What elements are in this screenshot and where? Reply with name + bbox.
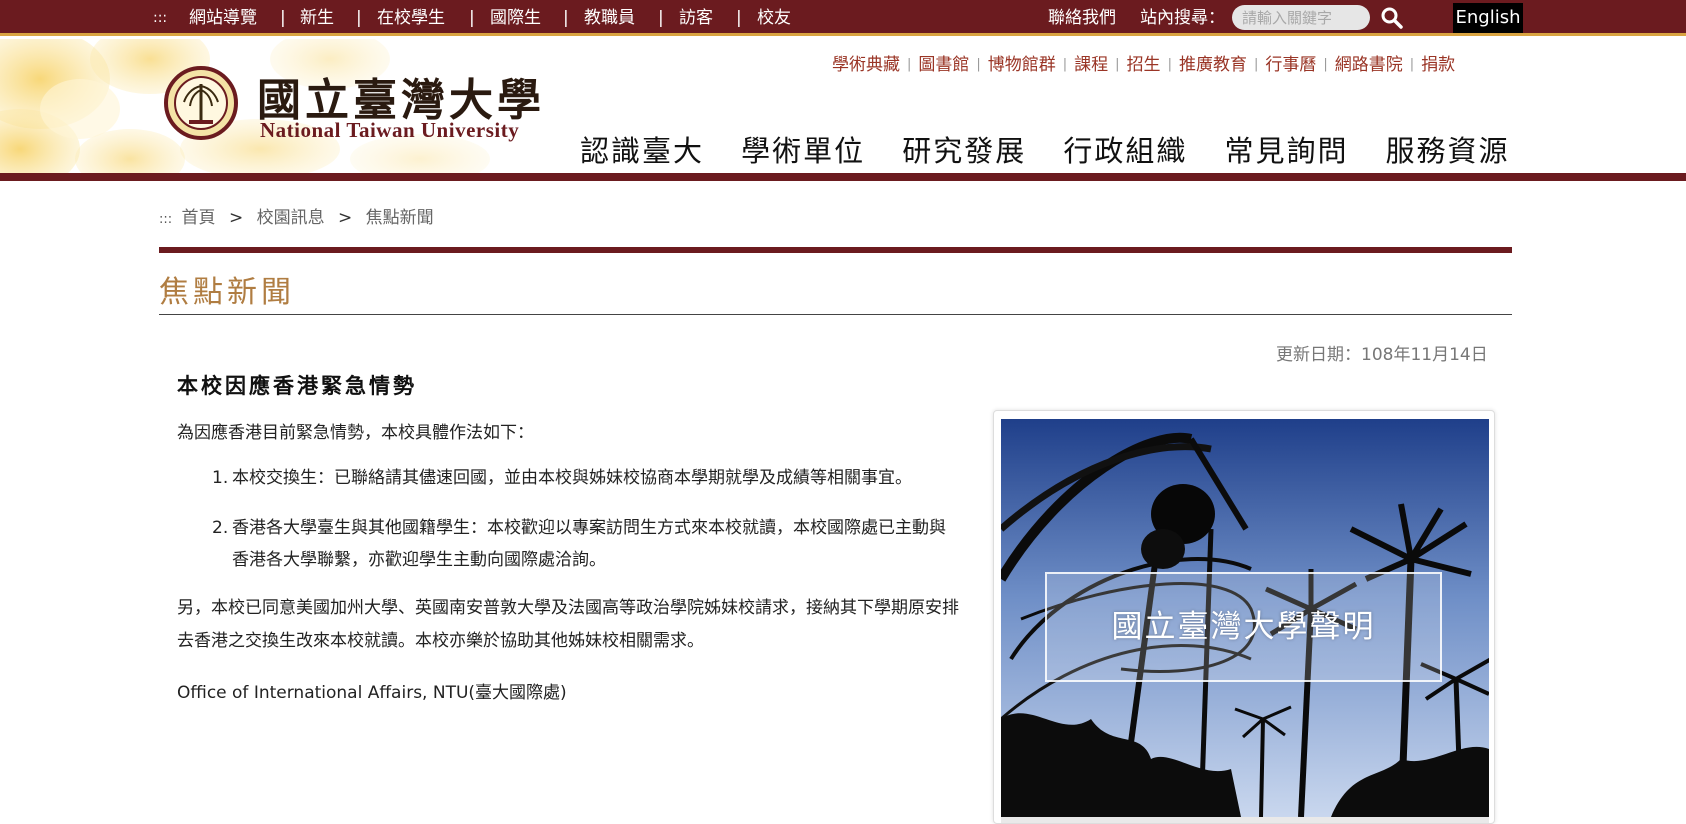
topbar-separator: | — [280, 8, 286, 28]
article-title: 本校因應香港緊急情勢 — [177, 374, 417, 398]
breadcrumb-accesskey[interactable]: ::: — [159, 212, 172, 227]
quick-link-separator: | — [1323, 57, 1328, 72]
logo-english-name[interactable]: National Taiwan University — [260, 118, 519, 143]
list-item-number: 2. — [212, 518, 229, 538]
main-navigation: 認識臺大 學術單位 研究發展 行政組織 常見詢問 服務資源 — [580, 128, 1542, 168]
contact-link[interactable]: 聯絡我們 — [1048, 0, 1116, 33]
topbar-link-students[interactable]: 在校學生 — [377, 0, 445, 33]
menu-accesskey[interactable]: ::: — [153, 0, 167, 33]
nav-research[interactable]: 研究發展 — [902, 128, 1026, 170]
topbar-link-visitors[interactable]: 訪客 — [679, 0, 713, 33]
quick-link-separator: | — [907, 57, 912, 72]
page-title: 焦點新聞 — [159, 275, 295, 310]
search-icon[interactable] — [1380, 6, 1404, 30]
breadcrumb-home[interactable]: 首頁 — [182, 208, 216, 228]
search-input[interactable] — [1232, 5, 1370, 30]
list-item-number: 1. — [212, 468, 229, 488]
list-item-text: 本校交換生：已聯絡請其儘速回國，並由本校與姊妹校協商本學期就學及成績等相關事宜。 — [232, 468, 912, 488]
quick-link-separator: | — [1115, 57, 1120, 72]
topbar-separator: | — [736, 8, 742, 28]
nav-about-ntu[interactable]: 認識臺大 — [580, 128, 704, 170]
article-paragraph: 另，本校已同意美國加州大學、英國南安普敦大學及法國高等政治學院姊妹校請求，接納其… — [177, 598, 959, 651]
top-bar: ::: 網站導覽 | 新生 | 在校學生 | 國際生 | 教職員 | 訪客 | … — [0, 0, 1686, 36]
quick-links-bar: 學術典藏 | 圖書館 | 博物館群 | 課程 | 招生 | 推廣教育 | 行事曆 | 網路書院 | 捐款 — [832, 50, 1455, 75]
card-statement-label: 國立臺灣大學聲明 — [1045, 572, 1442, 682]
breadcrumb-separator: > — [338, 208, 353, 228]
topbar-separator: | — [356, 8, 362, 28]
quick-link-extension-education[interactable]: 推廣教育 — [1179, 50, 1247, 75]
quick-link-separator: | — [1253, 57, 1259, 72]
topbar-separator: | — [563, 8, 569, 28]
nav-faq[interactable]: 常見詢問 — [1224, 128, 1348, 170]
topbar-separator: | — [469, 8, 475, 28]
quick-link-separator: | — [976, 57, 981, 72]
list-item: 1. 本校交換生：已聯絡請其儘速回國，並由本校與姊妹校協商本學期就學及成績等相關事… — [212, 462, 912, 494]
nav-services[interactable]: 服務資源 — [1386, 128, 1510, 170]
quick-link-museums[interactable]: 博物館群 — [988, 50, 1056, 75]
card-caption-bar — [1001, 817, 1489, 823]
topbar-link-sitemap[interactable]: 網站導覽 — [189, 0, 257, 33]
breadcrumb-separator: > — [228, 208, 244, 228]
nav-academic-units[interactable]: 學術單位 — [741, 128, 865, 170]
breadcrumb: ::: 首頁 > 校園訊息 > 焦點新聞 — [159, 203, 434, 228]
ntu-seal-logo[interactable] — [164, 66, 238, 140]
update-date: 更新日期：108年11月14日 — [1276, 345, 1488, 365]
quick-link-donate[interactable]: 捐款 — [1421, 50, 1455, 75]
quick-link-online-academy[interactable]: 網路書院 — [1335, 50, 1403, 75]
quick-link-separator: | — [1167, 57, 1172, 72]
quick-link-admissions[interactable]: 招生 — [1127, 50, 1161, 75]
topbar-link-faculty[interactable]: 教職員 — [584, 0, 635, 33]
quick-link-library[interactable]: 圖書館 — [918, 50, 969, 75]
quick-link-separator: | — [1409, 57, 1415, 72]
topbar-link-freshmen[interactable]: 新生 — [300, 0, 334, 33]
search-label: 站內搜尋： — [1140, 8, 1225, 28]
title-bottom-rule — [159, 314, 1512, 315]
header-bottom-border — [0, 173, 1686, 181]
article-signature: Office of International Affairs, NTU(臺大國… — [177, 683, 567, 703]
topbar-link-international[interactable]: 國際生 — [490, 0, 541, 33]
topbar-separator: | — [658, 8, 664, 28]
quick-link-separator: | — [1062, 57, 1068, 72]
breadcrumb-current[interactable]: 焦點新聞 — [366, 208, 434, 228]
quick-link-academic-archive[interactable]: 學術典藏 — [832, 50, 900, 75]
english-button[interactable]: English — [1453, 3, 1523, 33]
title-top-rule — [159, 247, 1512, 253]
article-intro: 為因應香港目前緊急情勢，本校具體作法如下： — [177, 423, 534, 443]
list-item: 2. 香港各大學臺生與其他國籍學生：本校歡迎以專案訪問生方式來本校就讀，本校國際處… — [212, 512, 962, 576]
breadcrumb-campus-news[interactable]: 校園訊息 — [257, 208, 325, 228]
topbar-link-alumni[interactable]: 校友 — [757, 0, 791, 33]
list-item-text: 香港各大學臺生與其他國籍學生：本校歡迎以專案訪問生方式來本校就讀，本校國際處已主… — [232, 518, 946, 570]
quick-link-courses[interactable]: 課程 — [1074, 50, 1108, 75]
quick-link-calendar[interactable]: 行事曆 — [1265, 50, 1316, 75]
nav-administration[interactable]: 行政組織 — [1063, 128, 1187, 170]
